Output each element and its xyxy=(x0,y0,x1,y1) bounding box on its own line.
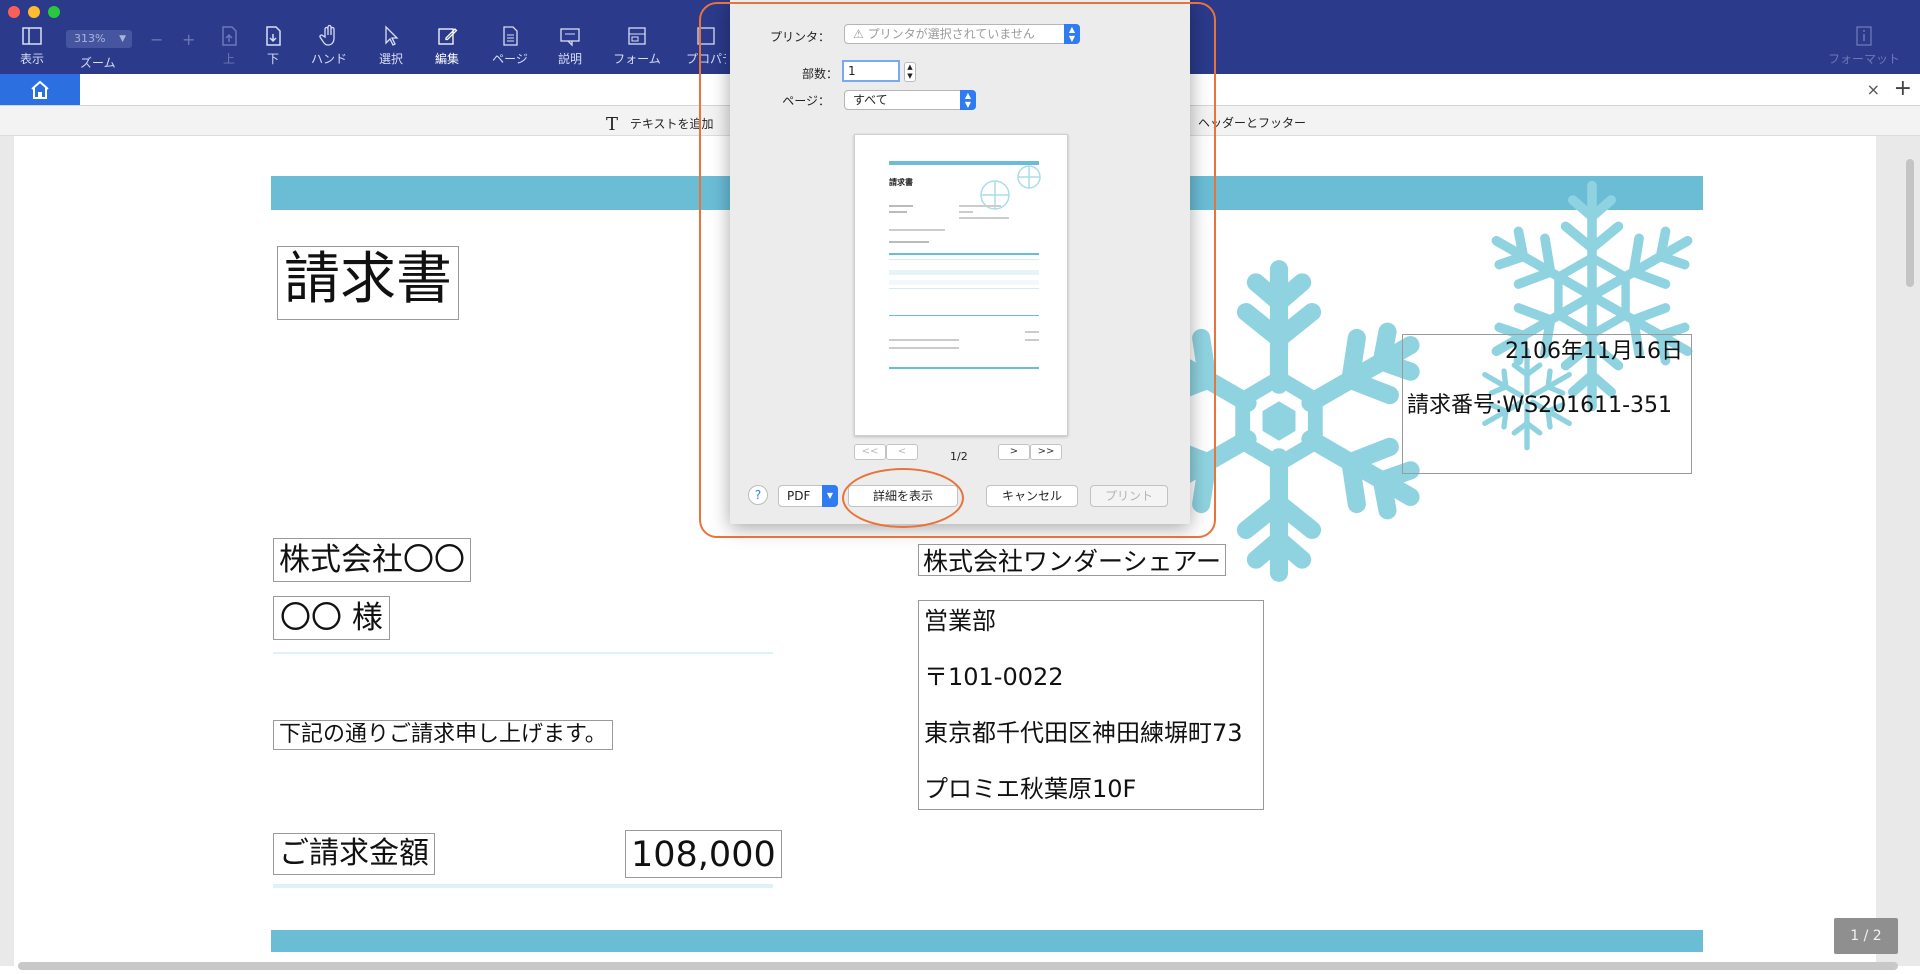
highlight-rectangle xyxy=(699,2,1216,538)
amount-value[interactable]: 108,000 xyxy=(625,830,782,878)
window-minimize-button[interactable] xyxy=(28,6,40,18)
issuer-postal: 〒101-0022 xyxy=(924,663,1064,691)
home-icon xyxy=(31,80,49,99)
edit-tool-label: 編集 xyxy=(434,52,459,66)
hand-tool-button[interactable]: ハンド xyxy=(308,24,350,70)
page-down-icon xyxy=(266,26,281,46)
zoom-label: ズーム xyxy=(80,56,116,70)
invoice-title[interactable]: 請求書 xyxy=(277,246,459,320)
select-tool-label: 選択 xyxy=(378,52,403,66)
edit-icon xyxy=(438,28,458,45)
form-icon xyxy=(628,27,646,45)
comment-icon xyxy=(560,28,580,47)
sidebar-icon xyxy=(22,27,42,45)
hand-icon xyxy=(319,24,335,46)
view-button[interactable]: 表示 xyxy=(14,24,50,70)
chevron-down-icon: ▼ xyxy=(119,34,126,44)
issuer-company[interactable]: 株式会社ワンダーシェアー xyxy=(918,544,1227,576)
window-zoom-button[interactable] xyxy=(48,6,60,18)
format-button[interactable]: フォーマット xyxy=(1828,24,1900,70)
form-tool-button[interactable]: フォーム xyxy=(612,24,662,70)
close-tab-icon[interactable]: × xyxy=(1867,80,1880,99)
client-divider xyxy=(273,652,773,654)
cursor-icon xyxy=(385,25,399,46)
page-down-button[interactable]: 下 xyxy=(258,24,288,70)
format-label: フォーマット xyxy=(1828,52,1901,66)
zoom-out-icon[interactable]: − xyxy=(150,30,163,49)
add-tab-icon[interactable]: + xyxy=(1894,76,1912,101)
invoice-meta-box[interactable]: 2106年11月16日 請求番号:WS201611-351 xyxy=(1402,334,1692,474)
footer-band xyxy=(271,930,1703,952)
zoom-select[interactable]: 313% ▼ xyxy=(66,30,132,48)
page-tool-label: ページ xyxy=(492,52,528,66)
comment-tool-label: 説明 xyxy=(557,52,582,66)
select-tool-button[interactable]: 選択 xyxy=(376,24,406,70)
issuer-dept: 営業部 xyxy=(924,607,996,635)
page-icon xyxy=(503,26,518,46)
form-tool-label: フォーム xyxy=(613,52,661,66)
view-label: 表示 xyxy=(19,52,44,66)
edit-tool-button[interactable]: 編集 xyxy=(432,24,462,70)
horizontal-scrollbar[interactable] xyxy=(18,962,1898,970)
vertical-scrollbar[interactable] xyxy=(1906,159,1914,287)
zoom-in-icon[interactable]: + xyxy=(182,30,195,49)
page-indicator: 1 / 2 xyxy=(1834,918,1898,954)
issuer-address-line2: プロミエ秋葉原10F xyxy=(924,775,1137,803)
text-tool-icon: T xyxy=(606,114,619,135)
page-tool-button[interactable]: ページ xyxy=(490,24,530,70)
hand-tool-label: ハンド xyxy=(310,52,347,66)
add-text-button[interactable]: T テキストを追加 xyxy=(606,112,714,135)
page-down-label: 下 xyxy=(266,52,279,66)
comment-tool-button[interactable]: 説明 xyxy=(554,24,586,70)
issuer-address-line1: 東京都千代田区神田練塀町73 xyxy=(924,719,1243,747)
amount-divider xyxy=(273,884,773,888)
client-company[interactable]: 株式会社〇〇 xyxy=(273,538,471,582)
tab-home[interactable] xyxy=(0,74,80,105)
invoice-message[interactable]: 下記の通りご請求申し上げます。 xyxy=(273,720,613,750)
highlight-ellipse xyxy=(842,468,964,528)
amount-label[interactable]: ご請求金額 xyxy=(273,833,435,875)
invoice-number: 請求番号:WS201611-351 xyxy=(1407,393,1673,418)
client-person[interactable]: 〇〇 様 xyxy=(273,596,390,640)
zoom-value: 313% xyxy=(74,32,106,45)
info-icon xyxy=(1856,26,1872,46)
invoice-date: 2106年11月16日 xyxy=(1505,339,1683,364)
issuer-address-box[interactable]: 営業部 〒101-0022 東京都千代田区神田練塀町73 プロミエ秋葉原10F xyxy=(918,600,1264,810)
page-up-label: 上 xyxy=(222,52,235,66)
page-up-icon xyxy=(222,26,237,46)
page-up-button[interactable]: 上 xyxy=(214,24,244,70)
window-close-button[interactable] xyxy=(8,6,20,18)
